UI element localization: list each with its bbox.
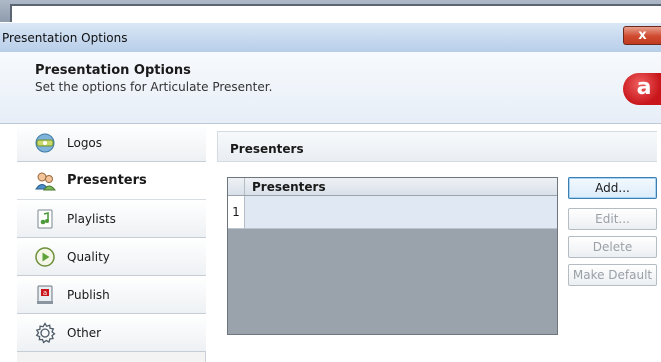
- publish-icon: a: [34, 284, 56, 306]
- column-header-presenters[interactable]: Presenters: [252, 180, 326, 194]
- edit-button[interactable]: Edit...: [568, 208, 657, 230]
- svg-text:a: a: [43, 289, 47, 297]
- make-default-button[interactable]: Make Default: [568, 264, 657, 286]
- dialog-title: Presentation Options: [2, 31, 128, 45]
- sidebar-item-label: Playlists: [67, 211, 116, 226]
- sidebar-item-label: Logos: [67, 135, 103, 150]
- row-number: 1: [228, 196, 245, 228]
- header-title: Presentation Options: [35, 63, 191, 78]
- header-subtitle: Set the options for Articulate Presenter…: [35, 80, 273, 94]
- sidebar-item-logos[interactable]: Logos: [17, 124, 206, 162]
- quality-icon: [34, 246, 56, 268]
- section-title: Presenters: [230, 142, 304, 156]
- presenters-panel: Presenters Presenters 1 Add... Edit... D…: [217, 131, 661, 362]
- sidebar-item-presenters[interactable]: Presenters: [17, 162, 206, 200]
- sidebar-item-label: Quality: [67, 249, 110, 264]
- sidebar-item-label: Presenters: [67, 173, 147, 188]
- table-row[interactable]: 1: [228, 196, 557, 229]
- add-button[interactable]: Add...: [568, 177, 657, 199]
- articulate-logo-icon: a: [623, 73, 661, 105]
- background-window: [0, 0, 661, 22]
- logos-icon: [34, 132, 56, 154]
- delete-button[interactable]: Delete: [568, 236, 657, 258]
- presenters-grid[interactable]: Presenters 1: [227, 177, 558, 335]
- section-header: Presenters: [217, 131, 657, 162]
- sidebar-item-playlists[interactable]: Playlists: [17, 200, 206, 238]
- playlists-icon: [34, 208, 56, 230]
- dialog-header: Presentation Options Set the options for…: [0, 52, 661, 124]
- background-window-content: [10, 4, 661, 22]
- sidebar-item-label: Publish: [67, 287, 110, 302]
- presenters-icon: [34, 170, 56, 192]
- sidebar-item-other[interactable]: Other: [17, 314, 206, 352]
- dialog-titlebar[interactable]: Presentation Options x: [0, 22, 661, 52]
- grid-corner: [228, 178, 245, 195]
- grid-header: Presenters: [228, 178, 557, 196]
- gear-icon: [34, 321, 56, 344]
- sidebar-item-publish[interactable]: a Publish: [17, 276, 206, 314]
- sidebar-item-label: Other: [67, 325, 102, 340]
- sidebar-item-quality[interactable]: Quality: [17, 238, 206, 276]
- options-sidebar: Logos Presenters Playlists Quality a Pub…: [17, 124, 206, 362]
- logo-letter: a: [636, 75, 652, 100]
- close-button[interactable]: x: [623, 26, 661, 45]
- close-icon: x: [638, 28, 647, 43]
